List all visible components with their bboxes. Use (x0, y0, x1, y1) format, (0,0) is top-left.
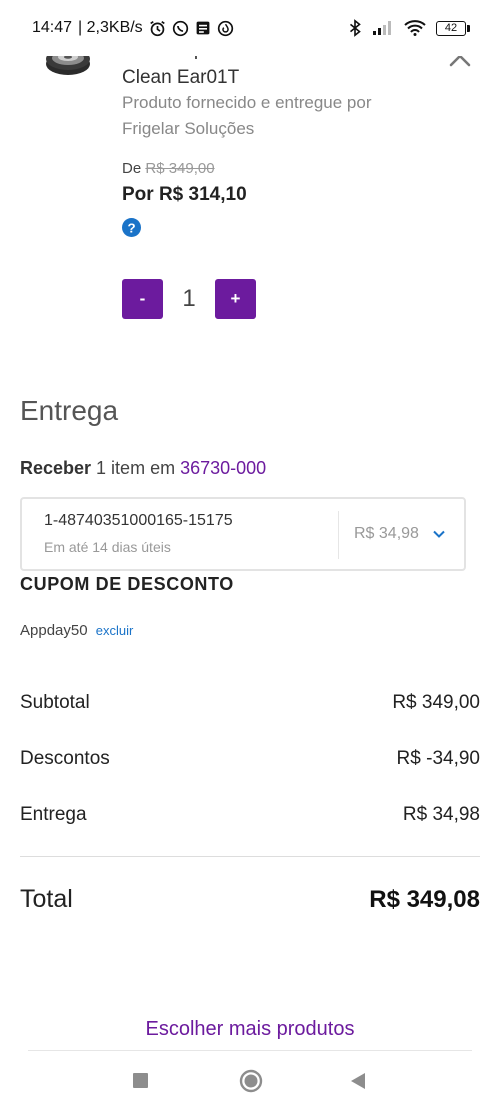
choose-more-products-link[interactable]: Escolher mais produtos (0, 1018, 500, 1041)
coupon-title: CUPOM DE DESCONTO (20, 574, 234, 594)
cep-link[interactable]: 36730-000 (180, 458, 266, 478)
back-icon[interactable] (349, 1071, 367, 1091)
discount-row: Descontos R$ -34,90 (20, 748, 480, 770)
receive-middle: 1 item em (91, 458, 181, 478)
shipping-option-price: R$ 34,98 (354, 525, 419, 542)
chevron-down-icon (433, 530, 445, 538)
tinder-icon (217, 20, 234, 37)
discount-value: R$ -34,90 (396, 748, 480, 769)
increase-quantity-button[interactable]: + (215, 279, 256, 319)
old-price: R$ 349,00 (145, 160, 215, 177)
status-time: 14:47 (32, 19, 73, 36)
bottom-divider (28, 1050, 472, 1051)
home-icon[interactable] (239, 1069, 263, 1093)
shipping-option-code: 1-48740351000165-15175 (44, 512, 233, 529)
old-price-row: De R$ 349,00 (122, 160, 215, 177)
product-seller: Produto fornecido e entregue por Frigela… (122, 93, 372, 138)
receive-info: Receber 1 item em 36730-000 (20, 458, 266, 479)
battery-icon: 42 (436, 20, 470, 36)
help-icon[interactable]: ? (122, 218, 141, 237)
discount-label: Descontos (20, 748, 110, 769)
recent-apps-icon[interactable] (133, 1073, 148, 1088)
coupon-row: Appday50 excluir (20, 622, 133, 639)
old-price-prefix: De (122, 160, 142, 177)
coupon-code: Appday50 (20, 622, 88, 639)
shipping-value: R$ 34,98 (402, 804, 480, 825)
new-price: Por R$ 314,10 (122, 184, 247, 205)
bluetooth-icon (348, 19, 362, 37)
receive-prefix: Receber (20, 458, 92, 478)
delivery-section-title: Entrega (20, 395, 119, 426)
subtotal-label: Subtotal (20, 692, 90, 713)
total-label: Total (20, 885, 73, 913)
status-left: 14:47 | 2,3KB/s (32, 19, 234, 37)
whatsapp-icon (172, 20, 189, 37)
status-bar: 14:47 | 2,3KB/s 42 (0, 0, 500, 56)
shipping-label: Entrega (20, 804, 87, 825)
signal-icon (372, 20, 394, 36)
news-icon (195, 20, 211, 36)
subtotal-row: Subtotal R$ 349,00 (20, 692, 480, 714)
decrease-quantity-button[interactable]: - (122, 279, 163, 319)
total-row: Total R$ 349,08 (20, 885, 480, 914)
shipping-row: Entrega R$ 34,98 (20, 804, 480, 826)
wifi-icon (404, 20, 426, 36)
shipping-option-divider (338, 511, 339, 559)
shipping-option-eta: Em até 14 dias úteis (44, 539, 171, 555)
remove-coupon-link[interactable]: excluir (96, 623, 134, 638)
svg-text:?: ? (127, 220, 135, 235)
status-network-speed: | 2,3KB/s (78, 19, 143, 36)
navigation-bar (0, 1052, 500, 1111)
alarm-icon (149, 20, 166, 37)
total-value: R$ 349,08 (369, 885, 480, 913)
summary-divider (20, 856, 480, 857)
battery-level: 42 (436, 20, 466, 36)
subtotal-value: R$ 349,00 (392, 692, 480, 713)
quantity-value: 1 (182, 285, 196, 312)
shipping-option-select[interactable]: 1-48740351000165-15175 Em até 14 dias út… (20, 497, 466, 571)
status-right: 42 (348, 19, 470, 37)
